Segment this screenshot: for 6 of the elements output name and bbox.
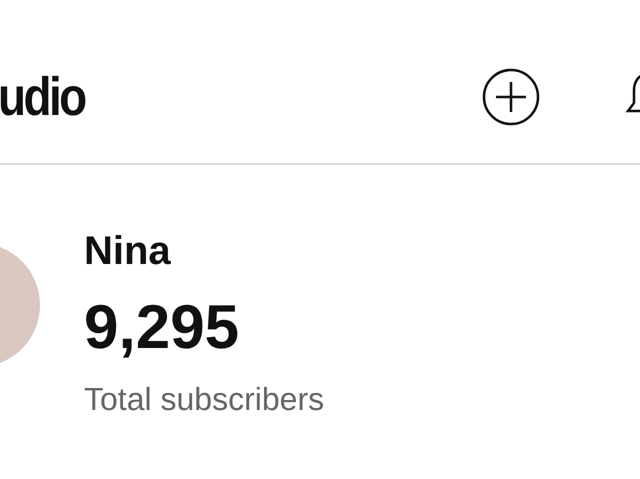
create-button[interactable] [482, 68, 540, 126]
subscriber-label: Total subscribers [84, 383, 324, 415]
plus-icon [482, 68, 540, 126]
channel-name: Nina [84, 231, 172, 271]
app-logo-text: udio [0, 66, 85, 128]
subscriber-count: 9,295 [84, 297, 240, 359]
